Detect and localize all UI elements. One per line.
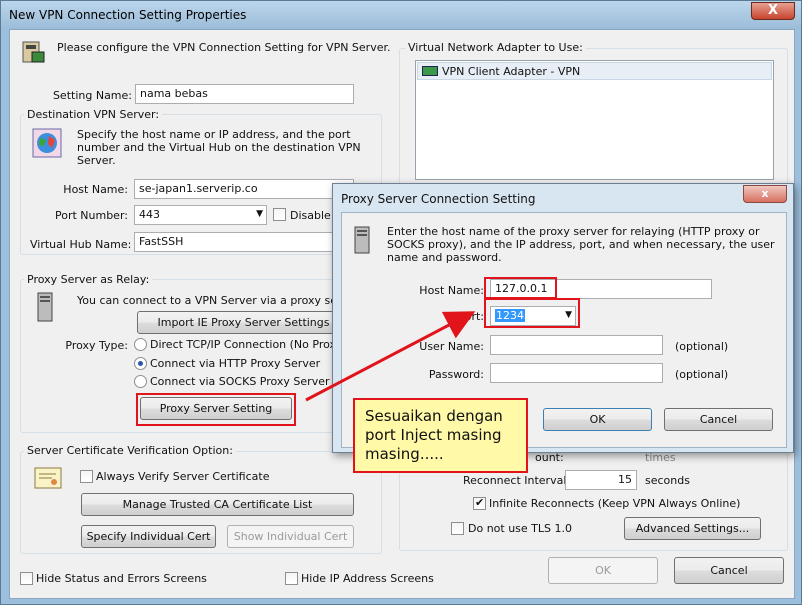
annotation-note: Sesuaikan dengan port Inject masing masi…: [353, 398, 528, 473]
annotation-arrow: [305, 311, 476, 402]
